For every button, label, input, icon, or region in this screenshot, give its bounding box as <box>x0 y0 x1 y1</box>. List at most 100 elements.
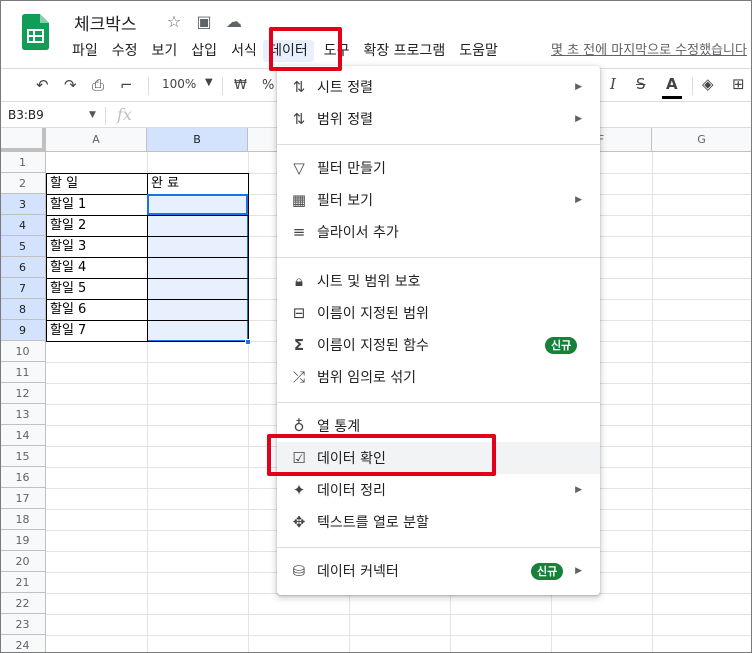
row-header[interactable]: 19 <box>0 530 46 551</box>
row-header[interactable]: 14 <box>0 425 46 446</box>
new-badge: 신규 <box>531 563 564 580</box>
name-box[interactable]: B3:B9 <box>8 108 44 122</box>
menu-help[interactable]: 도움말 <box>459 40 498 62</box>
submenu-arrow-icon: ▶ <box>575 195 582 205</box>
menu-edit[interactable]: 수정 <box>112 40 138 62</box>
borders-icon[interactable]: ⊞ <box>732 75 745 93</box>
italic-button[interactable]: I <box>610 75 616 93</box>
menu-item-label: 범위 정렬 <box>317 112 373 128</box>
print-icon[interactable]: ⎙ <box>92 76 104 94</box>
menu-item-label: 열 통계 <box>317 419 361 435</box>
row-header[interactable]: 7 <box>0 278 46 299</box>
text-color-button[interactable]: A <box>666 75 678 93</box>
name-box-caret-icon[interactable]: ▼ <box>89 110 96 120</box>
sheets-logo-icon[interactable] <box>22 14 49 50</box>
row-header[interactable]: 15 <box>0 446 46 467</box>
menu-divider <box>277 402 600 403</box>
menu-item-filter-views[interactable]: ▦ 필터 보기 ▶ <box>277 184 600 216</box>
redo-icon[interactable]: ↷ <box>64 76 77 94</box>
menu-item-sort-sheet[interactable]: ⇅ 시트 정렬 ▶ <box>277 71 600 103</box>
row-header[interactable]: 4 <box>0 215 46 236</box>
row-header[interactable]: 6 <box>0 257 46 278</box>
row-header[interactable]: 12 <box>0 383 46 404</box>
menu-divider <box>277 257 600 258</box>
column-header-a[interactable]: A <box>46 128 147 152</box>
select-all-corner[interactable] <box>0 128 46 152</box>
sort-range-icon: ⇅ <box>292 110 306 128</box>
row-header[interactable]: 1 <box>0 152 46 173</box>
cell-a9[interactable]: 할일 7 <box>46 320 86 341</box>
row-header[interactable]: 24 <box>0 635 46 653</box>
menu-format[interactable]: 서식 <box>231 40 255 62</box>
cell-a7[interactable]: 할일 5 <box>46 278 86 299</box>
grid-line <box>46 635 752 636</box>
menu-item-data-cleanup[interactable]: ✦ 데이터 정리 ▶ <box>277 474 600 506</box>
column-header-b[interactable]: B <box>147 128 248 152</box>
cell-b2[interactable]: 완 료 <box>147 173 179 194</box>
row-header[interactable]: 10 <box>0 341 46 362</box>
row-header[interactable]: 21 <box>0 572 46 593</box>
percent-format-button[interactable]: % <box>262 78 274 93</box>
menu-divider <box>277 144 600 145</box>
row-header[interactable]: 13 <box>0 404 46 425</box>
menu-item-create-filter[interactable]: ▽ 필터 만들기 <box>277 152 600 184</box>
menu-item-split-text[interactable]: ✥ 텍스트를 열로 분할 <box>277 506 600 538</box>
cell-a5[interactable]: 할일 3 <box>46 236 86 257</box>
fill-color-icon[interactable]: ◈ <box>702 75 714 93</box>
database-icon: ⛁ <box>292 562 306 580</box>
row-header[interactable]: 2 <box>0 173 46 194</box>
menu-item-sort-range[interactable]: ⇅ 범위 정렬 ▶ <box>277 103 600 135</box>
grid-line <box>652 152 653 653</box>
menu-item-data-connectors[interactable]: ⛁ 데이터 커넥터 신규 ▶ <box>277 555 600 587</box>
paint-format-icon[interactable]: ⌐ <box>120 76 133 94</box>
star-icon[interactable]: ☆ <box>164 12 184 31</box>
row-header[interactable]: 9 <box>0 320 46 341</box>
move-folder-icon[interactable]: ▣ <box>194 12 214 31</box>
menu-item-label: 범위 임의로 섞기 <box>317 370 417 386</box>
active-cell[interactable] <box>147 194 248 215</box>
menu-item-label: 시트 정렬 <box>317 80 373 96</box>
fill-handle[interactable] <box>245 339 251 345</box>
last-edit-link[interactable]: 몇 초 전에 마지막으로 수정했습니다 <box>551 40 747 62</box>
cell-a8[interactable]: 할일 6 <box>46 299 86 320</box>
menu-item-label: 이름이 지정된 함수 <box>317 338 429 354</box>
menu-view[interactable]: 보기 <box>152 40 178 62</box>
strikethrough-button[interactable]: S <box>636 75 646 93</box>
menu-extensions[interactable]: 확장 프로그램 <box>363 40 445 62</box>
column-header-g[interactable]: G <box>652 128 752 152</box>
row-header[interactable]: 11 <box>0 362 46 383</box>
menu-item-protect[interactable]: 🔒︎ 시트 및 범위 보호 <box>277 265 600 297</box>
filter-view-icon: ▦ <box>291 191 307 209</box>
row-header[interactable]: 20 <box>0 551 46 572</box>
menu-insert[interactable]: 삽입 <box>191 40 217 62</box>
zoom-select[interactable]: 100% <box>162 77 196 91</box>
menu-item-add-slicer[interactable]: ≡ 슬라이서 추가 <box>277 216 600 248</box>
formula-divider <box>105 107 106 125</box>
row-header[interactable]: 16 <box>0 467 46 488</box>
cell-a6[interactable]: 할일 4 <box>46 257 86 278</box>
row-header[interactable]: 18 <box>0 509 46 530</box>
row-header[interactable]: 5 <box>0 236 46 257</box>
cell-a2[interactable]: 할 일 <box>46 173 78 194</box>
row-header[interactable]: 17 <box>0 488 46 509</box>
cell-a3[interactable]: 할일 1 <box>46 194 86 215</box>
row-header[interactable]: 23 <box>0 614 46 635</box>
submenu-arrow-icon: ▶ <box>575 114 582 124</box>
row-header[interactable]: 22 <box>0 593 46 614</box>
menu-item-label: 필터 보기 <box>317 193 373 209</box>
currency-format-button[interactable]: ₩ <box>234 78 247 93</box>
menu-item-randomize-range[interactable]: ⤮ 범위 임의로 섞기 <box>277 361 600 393</box>
cell-a4[interactable]: 할일 2 <box>46 215 86 236</box>
menu-file[interactable]: 파일 <box>72 40 98 62</box>
undo-icon[interactable]: ↶ <box>36 76 49 94</box>
menu-item-label: 슬라이서 추가 <box>317 225 399 241</box>
menu-item-label: 텍스트를 열로 분할 <box>317 515 429 531</box>
zoom-caret-icon[interactable]: ▼ <box>205 77 213 88</box>
row-header[interactable]: 3 <box>0 194 46 215</box>
row-header[interactable]: 8 <box>0 299 46 320</box>
document-title[interactable]: 체크박스 <box>74 10 137 35</box>
cloud-status-icon[interactable]: ☁ <box>224 12 244 31</box>
menu-divider <box>277 547 600 548</box>
menu-item-named-functions[interactable]: Σ 이름이 지정된 함수 신규 <box>277 329 600 361</box>
menu-item-named-ranges[interactable]: ⊟ 이름이 지정된 범위 <box>277 297 600 329</box>
